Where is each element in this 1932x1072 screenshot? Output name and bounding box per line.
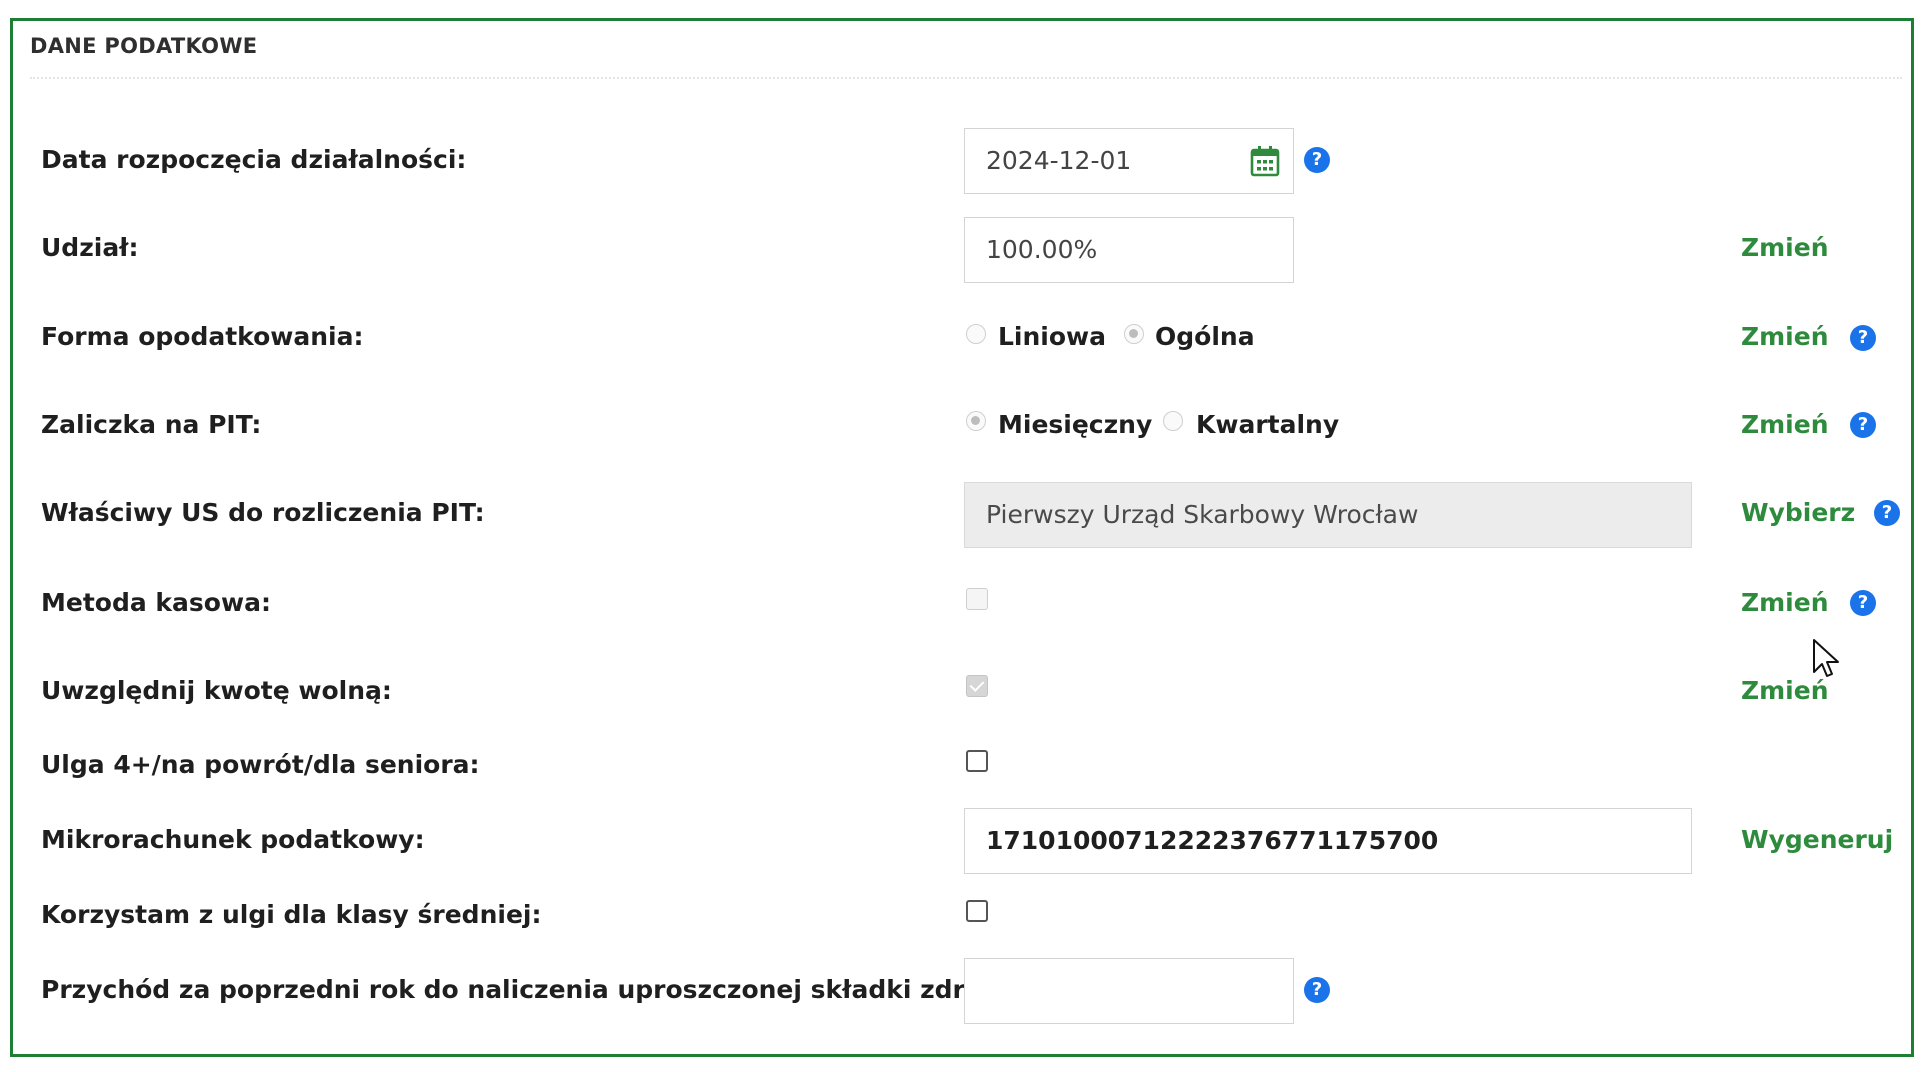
middle-class-label: Korzystam z ulgi dla klasy średniej: — [41, 900, 542, 929]
help-icon[interactable]: ? — [1874, 500, 1900, 526]
help-icon[interactable]: ? — [1850, 325, 1876, 351]
pit-advance-label: Zaliczka na PIT: — [41, 410, 262, 439]
micro-account-label: Mikrorachunek podatkowy: — [41, 825, 425, 854]
micro-account-field[interactable]: 17101000712222376771175700 — [964, 808, 1692, 874]
tax-office-field: Pierwszy Urząd Skarbowy Wrocław — [964, 482, 1692, 548]
pit-advance-option-quarterly[interactable]: Kwartalny — [1196, 410, 1339, 439]
share-label: Udział: — [41, 233, 139, 262]
pit-advance-radio-monthly[interactable] — [966, 411, 986, 431]
cash-method-label: Metoda kasowa: — [41, 588, 271, 617]
prev-income-label: Przychód za poprzedni rok do naliczenia … — [41, 975, 1088, 1004]
help-icon[interactable]: ? — [1850, 590, 1876, 616]
pit-advance-option-monthly[interactable]: Miesięczny — [998, 410, 1152, 439]
tax-form-radio-general[interactable] — [1124, 324, 1144, 344]
mouse-pointer-icon — [1813, 639, 1839, 677]
share-field[interactable]: 100.00% — [964, 217, 1294, 283]
share-value: 100.00% — [986, 235, 1098, 264]
pit-advance-change-link[interactable]: Zmień — [1741, 410, 1829, 439]
start-date-value: 2024-12-01 — [986, 146, 1132, 175]
share-change-link[interactable]: Zmień — [1741, 233, 1829, 262]
start-date-field[interactable]: 2024-12-01 — [964, 128, 1294, 194]
tax-office-value: Pierwszy Urząd Skarbowy Wrocław — [986, 500, 1419, 529]
cash-method-change-link[interactable]: Zmień — [1741, 588, 1829, 617]
relief-4plus-checkbox[interactable] — [966, 750, 988, 772]
middle-class-checkbox[interactable] — [966, 900, 988, 922]
tax-form-option-general[interactable]: Ogólna — [1155, 322, 1255, 351]
relief-4plus-label: Ulga 4+/na powrót/dla seniora: — [41, 750, 480, 779]
free-amount-checkbox[interactable] — [966, 675, 988, 697]
help-icon[interactable]: ? — [1304, 977, 1330, 1003]
tax-form-change-link[interactable]: Zmień — [1741, 322, 1829, 351]
free-amount-label: Uwzględnij kwotę wolną: — [41, 676, 392, 705]
micro-account-value: 17101000712222376771175700 — [986, 826, 1439, 855]
prev-income-field[interactable] — [964, 958, 1294, 1024]
tax-office-label: Właściwy US do rozliczenia PIT: — [41, 498, 485, 527]
help-icon[interactable]: ? — [1304, 147, 1330, 173]
start-date-label: Data rozpoczęcia działalności: — [41, 145, 467, 174]
calendar-icon[interactable] — [1249, 144, 1281, 178]
tax-form-option-linear[interactable]: Liniowa — [998, 322, 1106, 351]
section-title: DANE PODATKOWE — [30, 34, 258, 58]
section-divider — [30, 77, 1902, 79]
tax-office-select-link[interactable]: Wybierz — [1741, 498, 1855, 527]
pit-advance-radio-quarterly[interactable] — [1163, 411, 1183, 431]
micro-account-generate-link[interactable]: Wygeneruj — [1741, 825, 1893, 854]
tax-form-radio-linear[interactable] — [966, 324, 986, 344]
tax-form-label: Forma opodatkowania: — [41, 322, 364, 351]
help-icon[interactable]: ? — [1850, 412, 1876, 438]
cash-method-checkbox[interactable] — [966, 588, 988, 610]
